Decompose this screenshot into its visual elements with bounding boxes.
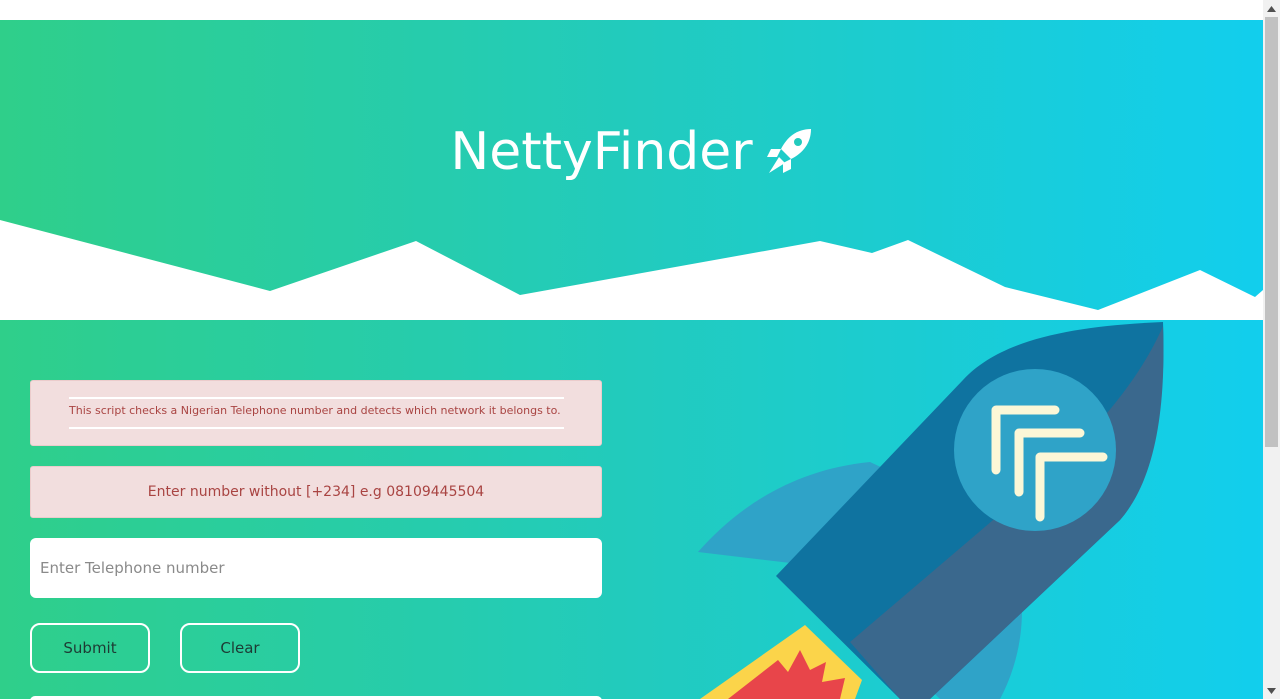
page-title: NettyFinder [450,122,753,182]
info-text: This script checks a Nigerian Telephone … [69,404,561,417]
submit-button[interactable]: Submit [30,623,150,673]
vertical-scrollbar[interactable] [1263,0,1280,699]
browser-top-strip [0,0,1263,20]
rocket-icon [766,129,811,173]
scrollbar-thumb[interactable] [1265,17,1278,447]
clear-button[interactable]: Clear [180,623,300,673]
info-divider-bottom [69,427,564,429]
scroll-up-arrow-icon[interactable] [1263,0,1280,17]
hero-banner: NettyFinder [0,20,1263,320]
info-divider-top [69,397,564,399]
hint-alert: Enter number without [+234] e.g 08109445… [30,466,602,518]
info-alert: This script checks a Nigerian Telephone … [30,380,602,446]
finder-section: This script checks a Nigerian Telephone … [0,320,1263,699]
scroll-down-arrow-icon[interactable] [1263,682,1280,699]
hint-text: Enter number without [+234] e.g 08109445… [147,484,485,500]
rocket-illustration [698,322,1164,699]
phone-number-input[interactable] [30,538,602,598]
hero-title-group: NettyFinder [0,112,1263,192]
